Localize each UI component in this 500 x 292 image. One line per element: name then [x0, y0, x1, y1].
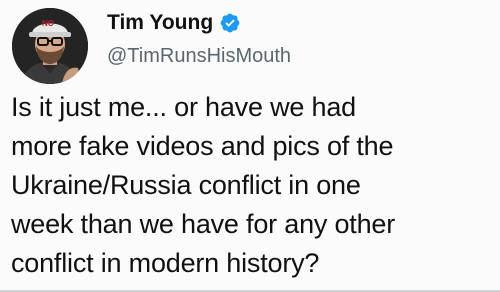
tweet-text-line: Is it just me... or have we had	[11, 92, 356, 122]
tweet-text-line: more fake videos and pics of the	[11, 131, 394, 161]
display-name-text: Tim Young	[107, 11, 214, 34]
verified-badge-icon	[219, 12, 241, 34]
user-handle[interactable]: @TimRunsHisMouth	[107, 45, 291, 68]
avatar-hat-text: NO	[42, 19, 54, 28]
avatar[interactable]: NO	[12, 8, 88, 84]
tweet-text: Is it just me... or have we had more fak…	[11, 88, 497, 283]
tweet-text-line: week than we have for any other	[11, 209, 396, 239]
display-name[interactable]: Tim Young	[107, 11, 241, 35]
tweet-text-line: conflict in modern history?	[11, 248, 320, 278]
tweet-card: NO Tim Young @TimRunsHisMouth Is it just…	[0, 0, 500, 292]
tweet-text-line: Ukraine/Russia conflict in one	[11, 170, 361, 200]
